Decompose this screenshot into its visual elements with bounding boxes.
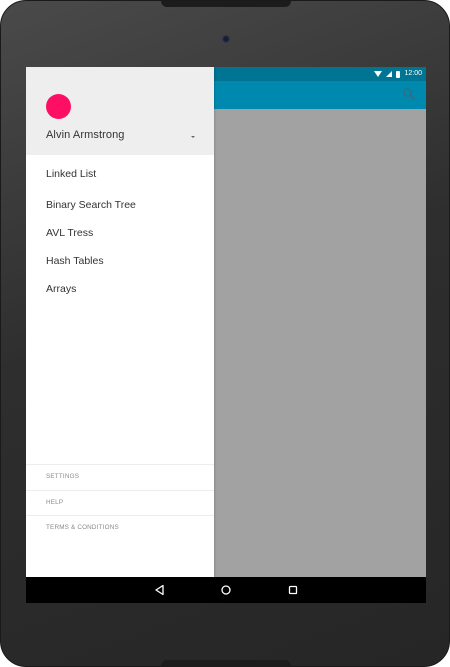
drawer-item-arrays[interactable]: Arrays — [26, 276, 214, 302]
drawer-item-label: AVL Tress — [46, 227, 94, 239]
tablet-frame: 12:00 Alvin Armstrong Linked List Binary… — [0, 0, 450, 667]
account-dropdown-toggle[interactable] — [186, 131, 200, 143]
status-icons: 12:00 — [374, 69, 422, 79]
avatar[interactable] — [46, 94, 71, 119]
drawer-item-label: Linked List — [46, 168, 97, 180]
terms-link[interactable]: TERMS & CONDITIONS — [26, 515, 214, 540]
back-icon — [155, 584, 164, 596]
wifi-icon — [374, 71, 383, 77]
recents-icon — [288, 585, 298, 595]
drawer-item-label: Hash Tables — [46, 255, 104, 267]
drawer-item-hash-tables[interactable]: Hash Tables — [26, 248, 214, 274]
drawer-item-label: Arrays — [46, 283, 77, 295]
terms-label: TERMS & CONDITIONS — [46, 524, 119, 531]
drawer-item-label: Binary Search Tree — [46, 199, 136, 211]
device-bottom-edge — [161, 660, 291, 666]
drawer-header: Alvin Armstrong — [26, 67, 214, 155]
recents-button[interactable] — [278, 577, 308, 603]
settings-label: SETTINGS — [46, 473, 80, 480]
search-button[interactable] — [402, 87, 416, 101]
help-label: HELP — [46, 499, 64, 506]
navigation-drawer: Alvin Armstrong Linked List Binary Searc… — [26, 67, 214, 577]
status-time: 12:00 — [404, 70, 422, 77]
device-top-edge — [161, 1, 291, 7]
home-icon — [221, 585, 231, 595]
screen: 12:00 Alvin Armstrong Linked List Binary… — [26, 67, 426, 603]
battery-icon — [396, 70, 401, 78]
system-nav-bar — [26, 577, 426, 603]
chevron-down-icon — [191, 136, 195, 138]
drawer-item-avl-tress[interactable]: AVL Tress — [26, 220, 214, 246]
front-camera — [222, 35, 230, 43]
drawer-item-binary-search-tree[interactable]: Binary Search Tree — [26, 192, 214, 218]
home-button[interactable] — [211, 577, 241, 603]
drawer-item-linked-list[interactable]: Linked List — [26, 161, 214, 187]
back-button[interactable] — [145, 577, 175, 603]
search-icon — [403, 88, 415, 100]
signal-icon — [386, 71, 393, 77]
settings-link[interactable]: SETTINGS — [26, 464, 214, 489]
help-link[interactable]: HELP — [26, 490, 214, 515]
account-name[interactable]: Alvin Armstrong — [46, 129, 125, 141]
